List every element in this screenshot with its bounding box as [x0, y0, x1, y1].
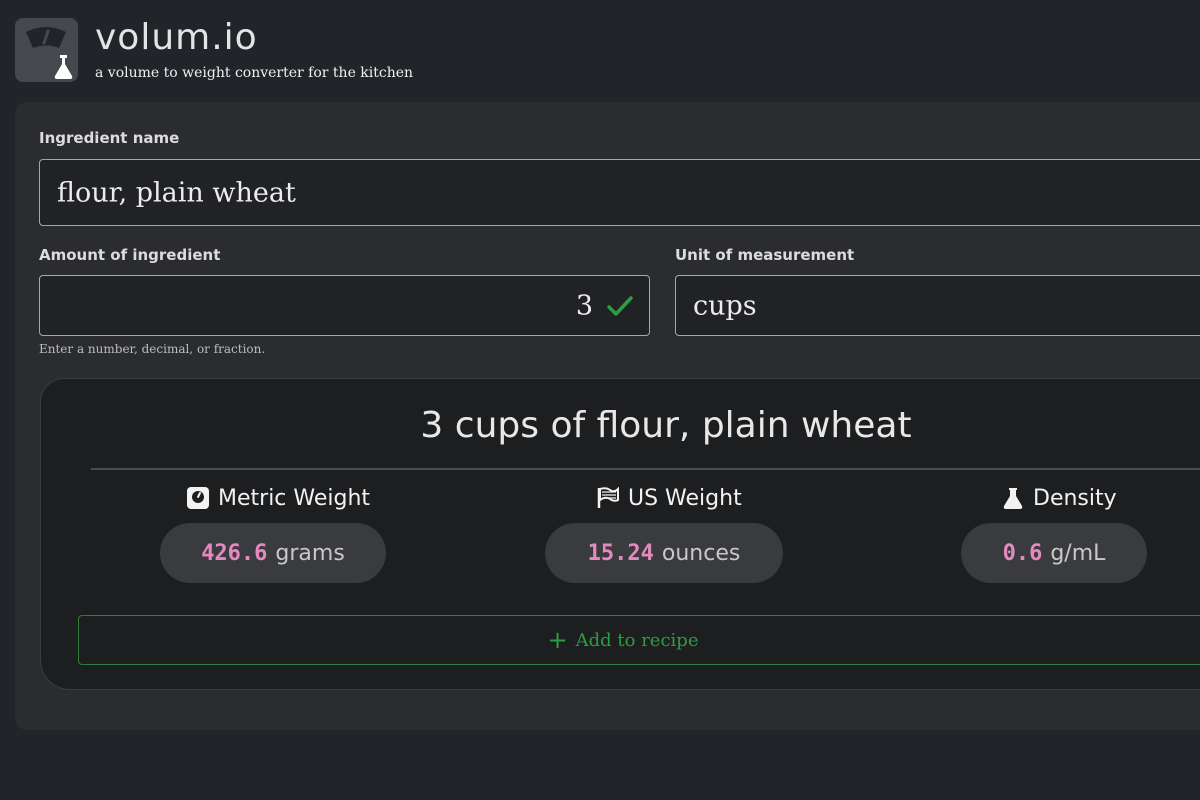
unit-select-value: cups [693, 290, 757, 321]
metric-weight-label: Metric Weight [218, 485, 371, 511]
add-to-recipe-label: Add to recipe [575, 629, 699, 651]
plus-icon: + [547, 626, 568, 654]
unit-label: Unit of measurement [675, 246, 855, 264]
unit-select[interactable]: cups [675, 275, 1200, 336]
metric-weight-unit: grams [275, 540, 345, 566]
result-of: of [550, 405, 586, 446]
metric-weight-value: 426.6 grams [160, 523, 386, 583]
add-to-recipe-button[interactable]: + Add to recipe [78, 615, 1200, 665]
us-weight-label: US Weight [628, 485, 742, 511]
result-divider [91, 468, 1200, 470]
density-label: Density [1033, 485, 1117, 511]
density-unit: g/mL [1050, 540, 1106, 566]
metric-weight-heading: Metric Weight [186, 483, 370, 513]
density-heading: Density [1001, 483, 1117, 513]
scale-flask-icon [26, 27, 73, 79]
density-value: 0.6 g/mL [961, 523, 1147, 583]
us-weight-heading: US Weight [596, 483, 742, 513]
result-card: 3 cups of flour, plain wheat Metric Weig… [40, 378, 1200, 690]
app-header: volum.io a volume to weight converter fo… [15, 16, 715, 82]
result-unit: cups [454, 405, 539, 446]
metric-weight-number: 426.6 [201, 540, 268, 566]
result-title: 3 cups of flour, plain wheat [41, 405, 1200, 446]
app-logo[interactable] [15, 18, 78, 82]
us-weight-number: 15.24 [587, 540, 654, 566]
checkmark-icon [607, 296, 633, 316]
us-weight-unit: ounces [661, 540, 741, 566]
amount-label: Amount of ingredient [39, 246, 221, 264]
ingredient-label: Ingredient name [39, 129, 180, 147]
ingredient-input[interactable]: flour, plain wheat [39, 159, 1200, 226]
us-weight-value: 15.24 ounces [545, 523, 783, 583]
result-ingredient: flour, plain wheat [596, 405, 912, 446]
density-number: 0.6 [1002, 540, 1043, 566]
flag-icon [597, 486, 619, 508]
scale-icon [187, 487, 209, 509]
converter-panel: Ingredient name flour, plain wheat Amoun… [15, 102, 1200, 730]
ingredient-input-value: flour, plain wheat [57, 177, 296, 208]
result-amount: 3 [420, 405, 444, 446]
app-subtitle: a volume to weight converter for the kit… [95, 65, 414, 81]
amount-input[interactable]: 3 [39, 275, 650, 336]
app-title: volum.io [95, 17, 258, 58]
flask-icon [1003, 488, 1023, 509]
amount-input-value: 3 [575, 290, 593, 321]
amount-hint: Enter a number, decimal, or fraction. [39, 342, 266, 356]
